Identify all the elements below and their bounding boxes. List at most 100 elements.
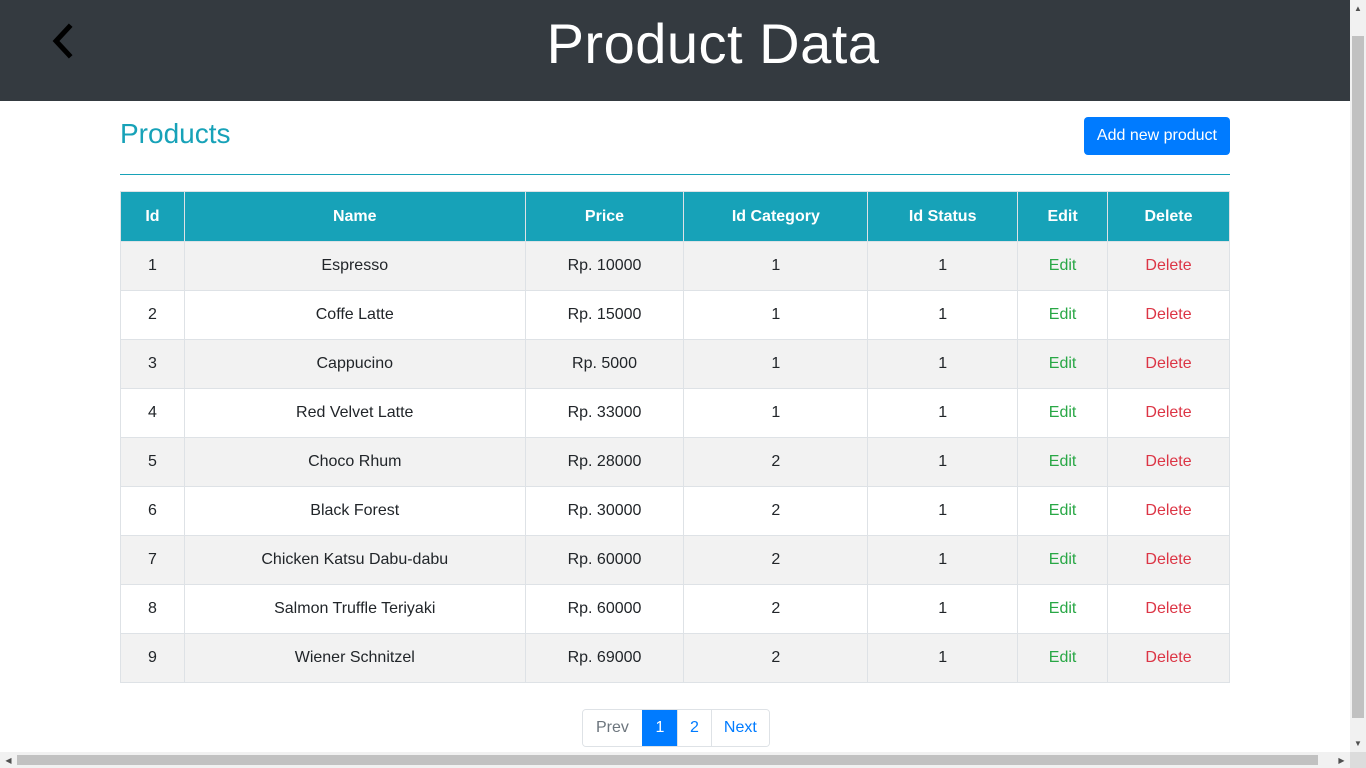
cell-id: 3	[120, 339, 185, 389]
table-row: 9 Wiener Schnitzel Rp. 69000 2 1 Edit Delete	[120, 633, 1230, 683]
section-header: Products Add new product	[120, 101, 1230, 175]
cell-price: Rp. 60000	[524, 584, 685, 634]
vertical-scrollbar[interactable]: ▲ ▼	[1350, 0, 1366, 752]
cell-id: 9	[120, 633, 185, 683]
scroll-up-arrow-icon[interactable]: ▲	[1350, 0, 1366, 17]
edit-link[interactable]: Edit	[1049, 649, 1077, 666]
column-header-name: Name	[183, 191, 526, 242]
pagination-next[interactable]: Next	[710, 710, 769, 746]
cell-edit: Edit	[1017, 535, 1109, 585]
cell-id: 8	[120, 584, 185, 634]
cell-price: Rp. 30000	[524, 486, 685, 536]
cell-id-category: 2	[683, 535, 869, 585]
edit-link[interactable]: Edit	[1049, 306, 1077, 323]
cell-name: Coffe Latte	[183, 290, 526, 340]
pagination-prev[interactable]: Prev	[583, 710, 642, 746]
pagination-page-1[interactable]: 1	[641, 710, 677, 746]
delete-link[interactable]: Delete	[1145, 306, 1191, 323]
cell-id-status: 1	[867, 437, 1019, 487]
cell-price: Rp. 69000	[524, 633, 685, 683]
cell-id-status: 1	[867, 241, 1019, 291]
cell-edit: Edit	[1017, 241, 1109, 291]
table-row: 3 Cappucino Rp. 5000 1 1 Edit Delete	[120, 339, 1230, 389]
page-title: Product Data	[546, 12, 880, 75]
pagination: Prev 1 2 Next	[582, 709, 770, 747]
cell-name: Wiener Schnitzel	[183, 633, 526, 683]
cell-delete: Delete	[1107, 290, 1230, 340]
cell-name: Chicken Katsu Dabu-dabu	[183, 535, 526, 585]
edit-link[interactable]: Edit	[1049, 257, 1077, 274]
table-row: 2 Coffe Latte Rp. 15000 1 1 Edit Delete	[120, 290, 1230, 340]
cell-delete: Delete	[1107, 339, 1230, 389]
delete-link[interactable]: Delete	[1145, 502, 1191, 519]
cell-id-category: 2	[683, 437, 869, 487]
cell-delete: Delete	[1107, 584, 1230, 634]
delete-link[interactable]: Delete	[1145, 404, 1191, 421]
add-new-product-button[interactable]: Add new product	[1083, 117, 1230, 155]
cell-name: Red Velvet Latte	[183, 388, 526, 438]
cell-price: Rp. 60000	[524, 535, 685, 585]
horizontal-scroll-thumb[interactable]	[17, 755, 1318, 765]
delete-link[interactable]: Delete	[1145, 600, 1191, 617]
cell-price: Rp. 33000	[524, 388, 685, 438]
pagination-page-2[interactable]: 2	[676, 710, 711, 746]
cell-id-status: 1	[867, 388, 1019, 438]
cell-delete: Delete	[1107, 535, 1230, 585]
cell-id-category: 1	[683, 241, 869, 291]
cell-id: 1	[120, 241, 185, 291]
scroll-left-arrow-icon[interactable]: ◀	[0, 752, 17, 768]
cell-price: Rp. 5000	[524, 339, 685, 389]
main-content: Products Add new product Id Name Price I…	[120, 101, 1230, 747]
edit-link[interactable]: Edit	[1049, 404, 1077, 421]
delete-link[interactable]: Delete	[1145, 649, 1191, 666]
table-row: 8 Salmon Truffle Teriyaki Rp. 60000 2 1 Edit D…	[120, 584, 1230, 634]
column-header-delete: Delete	[1107, 191, 1230, 242]
cell-id-status: 1	[867, 290, 1019, 340]
delete-link[interactable]: Delete	[1145, 257, 1191, 274]
column-header-id-category: Id Category	[683, 191, 869, 242]
scroll-down-arrow-icon[interactable]: ▼	[1350, 735, 1366, 752]
cell-delete: Delete	[1107, 388, 1230, 438]
table-row: 4 Red Velvet Latte Rp. 33000 1 1 Edit Delete	[120, 388, 1230, 438]
cell-id-category: 1	[683, 339, 869, 389]
cell-id-category: 2	[683, 633, 869, 683]
cell-id: 4	[120, 388, 185, 438]
cell-edit: Edit	[1017, 388, 1109, 438]
cell-id: 2	[120, 290, 185, 340]
edit-link[interactable]: Edit	[1049, 453, 1077, 470]
column-header-edit: Edit	[1017, 191, 1109, 242]
delete-link[interactable]: Delete	[1145, 453, 1191, 470]
cell-id: 5	[120, 437, 185, 487]
edit-link[interactable]: Edit	[1049, 600, 1077, 617]
edit-link[interactable]: Edit	[1049, 355, 1077, 372]
delete-link[interactable]: Delete	[1145, 355, 1191, 372]
vertical-scroll-thumb[interactable]	[1352, 36, 1364, 718]
products-table: Id Name Price Id Category Id Status Edit…	[120, 191, 1230, 683]
cell-id-category: 1	[683, 290, 869, 340]
cell-id-category: 2	[683, 584, 869, 634]
cell-name: Espresso	[183, 241, 526, 291]
table-row: 6 Black Forest Rp. 30000 2 1 Edit Delete	[120, 486, 1230, 536]
cell-edit: Edit	[1017, 584, 1109, 634]
cell-id: 6	[120, 486, 185, 536]
delete-link[interactable]: Delete	[1145, 551, 1191, 568]
horizontal-scrollbar[interactable]: ◀ ▶	[0, 752, 1350, 768]
table-row: 1 Espresso Rp. 10000 1 1 Edit Delete	[120, 241, 1230, 291]
cell-id-status: 1	[867, 633, 1019, 683]
cell-edit: Edit	[1017, 437, 1109, 487]
cell-id-status: 1	[867, 486, 1019, 536]
cell-edit: Edit	[1017, 290, 1109, 340]
cell-name: Choco Rhum	[183, 437, 526, 487]
scrollbar-corner	[1350, 752, 1366, 768]
column-header-id: Id	[120, 191, 185, 242]
cell-id-status: 1	[867, 339, 1019, 389]
cell-delete: Delete	[1107, 437, 1230, 487]
cell-edit: Edit	[1017, 339, 1109, 389]
scroll-right-arrow-icon[interactable]: ▶	[1333, 752, 1350, 768]
cell-edit: Edit	[1017, 633, 1109, 683]
edit-link[interactable]: Edit	[1049, 502, 1077, 519]
edit-link[interactable]: Edit	[1049, 551, 1077, 568]
cell-id-status: 1	[867, 535, 1019, 585]
cell-name: Black Forest	[183, 486, 526, 536]
cell-delete: Delete	[1107, 486, 1230, 536]
